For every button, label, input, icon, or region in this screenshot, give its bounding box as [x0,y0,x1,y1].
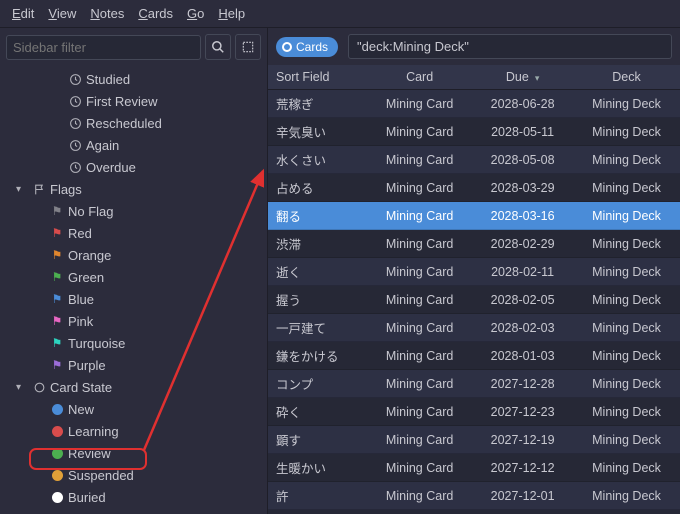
sidebar-item-label: Again [84,138,119,153]
table-row[interactable]: 翻るMining Card2028-03-16Mining Deck [268,202,680,230]
sidebar-item-label: No Flag [66,204,114,219]
sidebar-item-label: Review [66,446,111,461]
circle-icon [48,470,66,481]
sidebar-item-label: Suspended [66,468,134,483]
sidebar-item-suspended[interactable]: Suspended [0,464,267,486]
sidebar-item-pink[interactable]: ⚑Pink [0,310,267,332]
menu-edit[interactable]: Edit [6,4,40,23]
sidebar-item-label: Green [66,270,104,285]
clock-icon [66,95,84,108]
table-row[interactable]: 顕すMining Card2027-12-19Mining Deck [268,426,680,454]
clock-icon [66,117,84,130]
sidebar-item-blue[interactable]: ⚑Blue [0,288,267,310]
sidebar-item-rescheduled[interactable]: Rescheduled [0,112,267,134]
circle-icon [48,404,66,415]
circle-icon [48,426,66,437]
sidebar-item-no-flag[interactable]: ⚑No Flag [0,200,267,222]
table-row[interactable]: 握うMining Card2028-02-05Mining Deck [268,286,680,314]
sidebar-item-purple[interactable]: ⚑Purple [0,354,267,376]
sidebar-item-label: Flags [48,182,82,197]
column-deck[interactable]: Deck [573,65,680,90]
table-row[interactable]: 逝くMining Card2028-02-11Mining Deck [268,258,680,286]
table-row[interactable]: 鎌をかけるMining Card2028-01-03Mining Deck [268,342,680,370]
menu-help[interactable]: Help [212,4,251,23]
circle-outline-icon [30,381,48,394]
table-row[interactable]: 渋滞Mining Card2028-02-29Mining Deck [268,230,680,258]
sidebar-item-label: Overdue [84,160,136,175]
sidebar-item-label: Buried [66,490,106,505]
sidebar-item-again[interactable]: Again [0,134,267,156]
table-row[interactable]: 辛気臭いMining Card2028-05-11Mining Deck [268,118,680,146]
flag-icon: ⚑ [48,314,66,328]
sidebar-item-studied[interactable]: Studied [0,68,267,90]
sidebar-item-learning[interactable]: Learning [0,420,267,442]
sidebar-item-buried[interactable]: Buried [0,486,267,508]
sidebar-item-label: Blue [66,292,94,307]
sidebar-item-card-state[interactable]: ▾Card State [0,376,267,398]
sidebar-item-red[interactable]: ⚑Red [0,222,267,244]
sidebar-item-label: Learning [66,424,119,439]
circle-icon [48,448,66,459]
cards-toggle[interactable]: Cards [276,37,338,57]
main-panel: Cards "deck:Mining Deck" Sort FieldCardD… [268,28,680,514]
table-row[interactable]: 水くさいMining Card2028-05-08Mining Deck [268,146,680,174]
search-icon[interactable] [205,34,231,60]
sidebar-item-label: Rescheduled [84,116,162,131]
sidebar-item-orange[interactable]: ⚑Orange [0,244,267,266]
flag-icon: ⚑ [48,270,66,284]
menu-notes[interactable]: Notes [84,4,130,23]
card-table[interactable]: Sort FieldCardDueDeck荒稼ぎMining Card2028-… [268,65,680,514]
sidebar-item-overdue[interactable]: Overdue [0,156,267,178]
table-row[interactable]: 生暖かいMining Card2027-12-12Mining Deck [268,454,680,482]
table-row[interactable]: 許Mining Card2027-12-01Mining Deck [268,482,680,510]
sidebar-item-new[interactable]: New [0,398,267,420]
sidebar-tree: Studied First Review Rescheduled Again Overd… [0,66,267,514]
flag-icon: ⚑ [48,336,66,350]
sidebar-item-decks[interactable]: ▾Decks [0,508,267,514]
table-row[interactable]: 一戸建てMining Card2028-02-03Mining Deck [268,314,680,342]
column-sort-field[interactable]: Sort Field [268,65,367,90]
menu-cards[interactable]: Cards [132,4,179,23]
sidebar: Studied First Review Rescheduled Again Overd… [0,28,268,514]
sidebar-item-review[interactable]: Review [0,442,267,464]
flag-icon: ⚑ [48,358,66,372]
search-input[interactable]: "deck:Mining Deck" [348,34,672,59]
clock-icon [66,73,84,86]
flag-outline-icon [30,183,48,196]
sidebar-item-label: Red [66,226,92,241]
sidebar-item-label: Turquoise [66,336,125,351]
clock-icon [66,161,84,174]
flag-icon: ⚑ [48,248,66,262]
sidebar-item-green[interactable]: ⚑Green [0,266,267,288]
column-due[interactable]: Due [472,65,573,90]
clock-icon [66,139,84,152]
menu-view[interactable]: View [42,4,82,23]
flag-icon: ⚑ [48,292,66,306]
sidebar-item-turquoise[interactable]: ⚑Turquoise [0,332,267,354]
menu-go[interactable]: Go [181,4,210,23]
sidebar-item-label: Card State [48,380,112,395]
sidebar-item-label: Orange [66,248,111,263]
table-row[interactable]: 砕くMining Card2027-12-23Mining Deck [268,398,680,426]
sidebar-filter-input[interactable] [6,35,201,60]
sidebar-item-flags[interactable]: ▾Flags [0,178,267,200]
circle-icon [48,492,66,503]
sidebar-item-label: Purple [66,358,106,373]
flag-icon: ⚑ [48,204,66,218]
table-row[interactable]: 荒稼ぎMining Card2028-06-28Mining Deck [268,90,680,118]
table-row[interactable]: コンプMining Card2027-12-28Mining Deck [268,370,680,398]
sidebar-item-label: Pink [66,314,93,329]
sidebar-item-first-review[interactable]: First Review [0,90,267,112]
table-row[interactable]: 占めるMining Card2028-03-29Mining Deck [268,174,680,202]
sidebar-item-label: Studied [84,72,130,87]
table-header-row[interactable]: Sort FieldCardDueDeck [268,65,680,90]
sidebar-item-label: First Review [84,94,158,109]
flag-icon: ⚑ [48,226,66,240]
select-icon[interactable] [235,34,261,60]
sidebar-item-label: New [66,402,94,417]
menubar: EditViewNotesCardsGoHelp [0,0,680,28]
column-card[interactable]: Card [367,65,472,90]
